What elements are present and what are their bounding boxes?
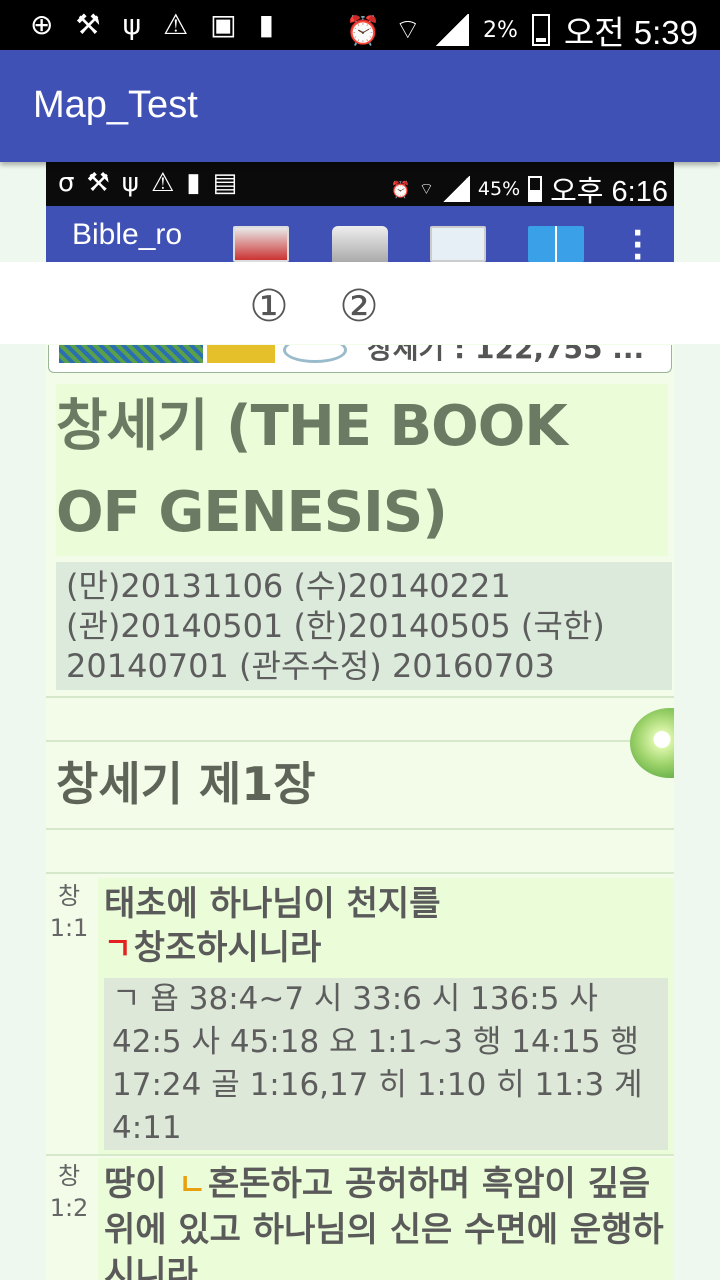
overflow-menu-icon[interactable]: · · · [632,219,643,263]
signal-icon [441,176,470,202]
version-line: 20140701 (관주수정) 20160703 [66,647,555,685]
book-title: 창세기 (THE BOOK OF GENESIS) [56,384,668,556]
divider [46,872,674,874]
version-line: (만)20131106 (수)20140221 [66,567,511,605]
download-icon[interactable] [283,345,347,363]
battery-percent: 2% [482,17,518,43]
app-title: Map_Test [33,84,198,126]
battery-icon [528,176,543,202]
windows-icon[interactable] [528,226,584,262]
speaker-icon[interactable] [332,226,388,262]
divider [46,828,674,830]
add-icon: ⊕ [30,8,54,41]
embedded-status-bar: σ ⚒ ψ ⚠ ▮ ▤ ⏰ ⌔ 45% 오후 6:16 [46,162,674,208]
verse-ref: 1:2 [49,1194,89,1222]
book-icon[interactable] [233,226,289,262]
overlay-button-1[interactable]: ① [244,282,294,332]
image-icon: ▣ [210,8,237,41]
divider [46,696,674,698]
info-row-text: 창세기 : 122,755 ... [367,345,645,365]
verse-book: 창 [57,1162,81,1190]
verse-ref: 1:1 [49,914,89,942]
usb-icon: ψ [122,8,142,41]
info-row: 창세기 : 122,755 ... [48,345,672,373]
alarm-icon: ⏰ [390,179,411,199]
divider [46,740,674,742]
clipboard-icon: ▤ [212,168,238,198]
overlay-bar: ① ② [0,262,720,344]
sim-icon: ▮ [258,8,275,41]
cross-ref-mark[interactable]: ㄴ [178,1168,206,1203]
clock: 오전 5:39 [563,14,698,51]
wrench-icon: ⚒ [75,8,101,41]
thumbnail-image[interactable] [59,345,203,363]
wifi-icon: ⌔ [394,12,421,46]
embedded-app-bar: Bible_ro · · · [46,206,674,262]
verse-number[interactable]: 창 1:2 [46,1160,92,1224]
verse-1-2[interactable]: 땅이 ㄴ혼돈하고 공허하며 흑암이 깊음 위에 있고 하나님의 신은 수면에 운… [98,1158,674,1280]
usb-icon: ψ [121,168,139,198]
verse-text: 땅이 [104,1164,179,1204]
divider [46,1154,674,1156]
embedded-app-title: Bible_ro [72,218,183,251]
alarm-icon: ⏰ [345,13,381,47]
verse-number[interactable]: 창 1:1 [46,880,92,944]
verse-text: 창조하시니라 [133,928,322,968]
sim-icon: ▮ [186,168,201,198]
signal-icon [434,14,469,46]
battery-icon [531,14,550,46]
pencil-icon[interactable] [207,345,275,363]
system-icons: ⏰ ⌔ 2% 오전 5:39 [346,6,698,54]
wrench-icon: ⚒ [86,168,110,198]
chapter-title: 창세기 제1장 [56,757,316,811]
search-icon[interactable] [430,226,486,262]
verse-text: 태초에 하나님이 천지를 [104,884,441,924]
overlay-button-2[interactable]: ② [334,282,384,332]
cross-reference: ㄱ 욥 38:4~7 시 33:6 시 136:5 사 42:5 사 45:18… [104,978,668,1150]
embedded-battery-percent: 45% [477,178,521,200]
globe-icon[interactable] [630,708,674,778]
notification-icons: ⊕ ⚒ ψ ⚠ ▣ ▮ [30,8,274,42]
status-bar: ⊕ ⚒ ψ ⚠ ▣ ▮ ⏰ ⌔ 2% 오전 5:39 [0,0,720,51]
verse-book: 창 [57,882,81,910]
embedded-clock: 오후 6:16 [550,176,668,208]
sync-icon: σ [58,168,75,198]
cross-ref-mark[interactable]: ㄱ [104,932,132,967]
app-bar: Map_Test [0,50,720,162]
version-line: (관)20140501 (한)20140505 (국한) [66,607,605,645]
wifi-icon: ⌔ [418,179,434,198]
verse-1-1[interactable]: 태초에 하나님이 천지를 ㄱ창조하시니라 ㄱ 욥 38:4~7 시 33:6 시… [98,878,674,1154]
warning-icon: ⚠ [150,168,175,198]
warning-icon: ⚠ [163,8,189,41]
version-info: (만)20131106 (수)20140221 (관)20140501 (한)2… [56,562,672,690]
